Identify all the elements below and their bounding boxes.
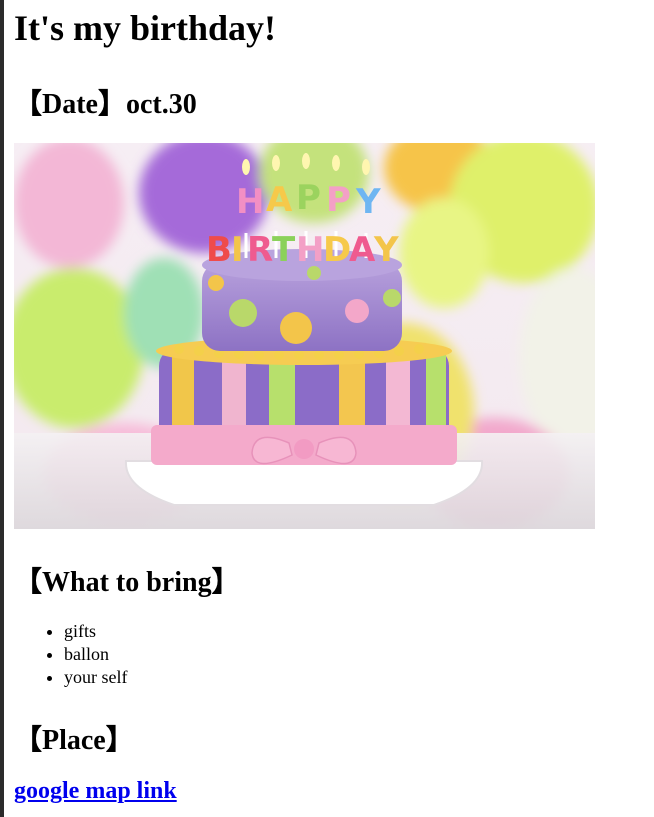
list-item: ballon xyxy=(64,643,127,666)
svg-text:P: P xyxy=(326,180,351,220)
window-left-border xyxy=(0,0,4,817)
svg-text:P: P xyxy=(296,178,321,218)
svg-text:T: T xyxy=(272,230,296,270)
google-map-link[interactable]: google map link xyxy=(14,778,177,805)
svg-text:Y: Y xyxy=(355,182,381,222)
svg-text:I: I xyxy=(231,230,244,270)
svg-text:R: R xyxy=(247,230,273,270)
page-title: It's my birthday! xyxy=(14,8,277,48)
place-heading: 【Place】 xyxy=(14,725,134,756)
svg-text:H: H xyxy=(236,182,264,222)
svg-text:B: B xyxy=(206,230,232,270)
svg-text:A: A xyxy=(349,230,376,270)
bring-list: gifts ballon your self xyxy=(14,620,127,689)
svg-text:H: H xyxy=(296,230,324,270)
svg-text:D: D xyxy=(323,230,351,270)
birthday-cake-image: H A P P Y B I R T H D A Y xyxy=(14,143,595,529)
list-item: your self xyxy=(64,666,127,689)
date-heading: 【Date】oct.30 xyxy=(14,89,197,120)
list-item: gifts xyxy=(64,620,127,643)
what-to-bring-heading: 【What to bring】 xyxy=(14,567,240,598)
svg-text:A: A xyxy=(266,180,293,220)
svg-text:Y: Y xyxy=(373,230,399,270)
